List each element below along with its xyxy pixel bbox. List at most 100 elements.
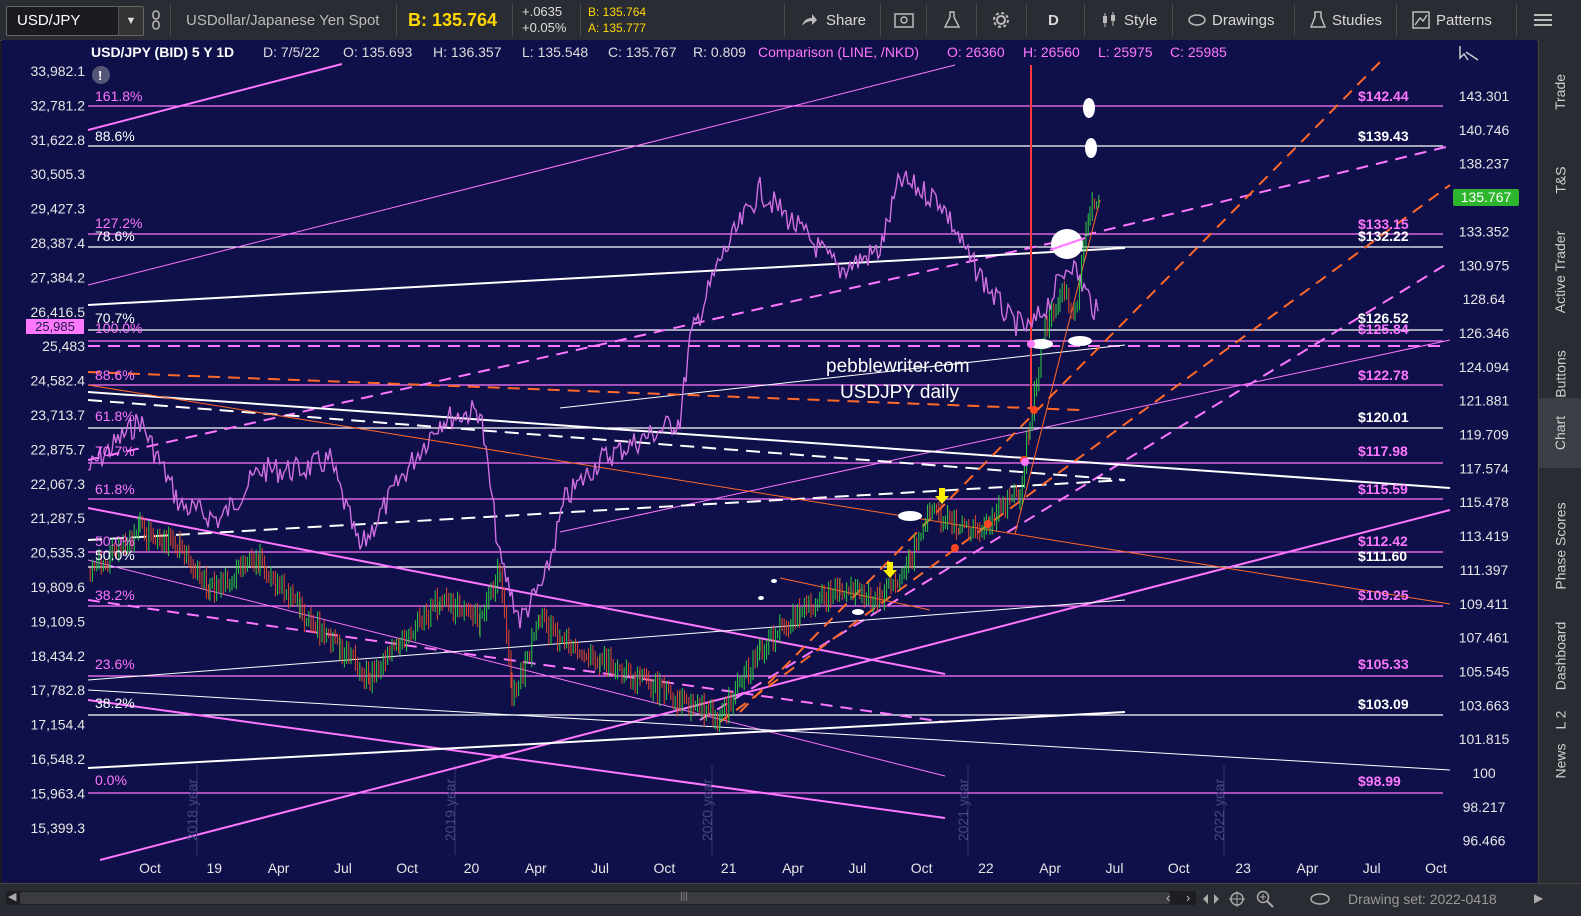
scroll-left-icon[interactable]: ◀: [8, 890, 16, 903]
fib-price-label: $115.59: [1358, 481, 1408, 497]
marker-oval: [758, 596, 764, 600]
divider: [1516, 4, 1517, 36]
candlestick-icon: [1103, 12, 1115, 27]
sidebar-tab-phase-scores[interactable]: Phase Scores: [1539, 490, 1581, 602]
trend-line: [87, 384, 1451, 605]
marker-oval: [1068, 336, 1092, 346]
settings-button[interactable]: [992, 0, 1010, 40]
left-axis-tick-label: 20,535.3: [31, 545, 86, 561]
x-axis-tick-label: Apr: [1297, 860, 1319, 876]
year-label: 2022 year: [1211, 779, 1227, 842]
left-axis-tick-label: 22,875.7: [31, 441, 86, 457]
divider: [396, 4, 397, 36]
fib-percent-label: 78.6%: [95, 228, 135, 244]
sidebar-tab-news[interactable]: News: [1539, 726, 1581, 796]
x-axis-tick-label: Oct: [1168, 860, 1190, 876]
right-axis-tick-label: 130.975: [1459, 257, 1510, 273]
horizontal-scrollbar[interactable]: ◀ |||: [6, 891, 1196, 905]
header-cmp-close: C: 25985: [1170, 44, 1227, 60]
marker-oval: [1085, 138, 1097, 158]
share-button[interactable]: Share: [800, 0, 866, 40]
left-axis-tick-label: 21,287.5: [31, 510, 86, 526]
trend-line: [87, 64, 956, 286]
net-change: +.0635: [522, 4, 563, 19]
x-axis-tick-label: Oct: [654, 860, 676, 876]
x-axis-tick-label: Apr: [782, 860, 804, 876]
bid-ask-block: B: 135.764 A: 135.777: [588, 4, 646, 36]
pan-right-icon[interactable]: ›: [1186, 890, 1190, 905]
scroll-grip-icon[interactable]: |||: [680, 891, 688, 902]
left-axis-tick-label: 23,713.7: [31, 407, 86, 423]
fib-percent-label: 0.0%: [95, 772, 127, 788]
fib-price-label: $132.22: [1358, 228, 1409, 244]
sidebar-tab-trade[interactable]: Trade: [1539, 52, 1581, 132]
sidebar-tab-dashboard[interactable]: Dashboard: [1539, 606, 1581, 706]
x-axis-tick-label: Oct: [139, 860, 161, 876]
pan-left-icon[interactable]: ‹: [1166, 890, 1170, 905]
sidebar-tab-active-trader[interactable]: Active Trader: [1539, 216, 1581, 328]
hamburger-menu-icon: [1534, 14, 1552, 26]
fib-price-label: $98.99: [1358, 773, 1401, 789]
x-axis-tick-label: Oct: [396, 860, 418, 876]
change-block: +.0635 +0.05%: [522, 4, 566, 36]
fib-price-label: $122.78: [1358, 367, 1409, 383]
left-axis-tick-label: 19,109.5: [31, 613, 86, 629]
sidebar-tab-ts[interactable]: T&S: [1539, 140, 1581, 220]
symbol-selector[interactable]: USD/JPY ▼: [6, 6, 144, 36]
fib-percent-label: 88.6%: [95, 367, 135, 383]
chevron-down-icon[interactable]: ▼: [118, 7, 143, 35]
year-label: 2020 year: [699, 779, 715, 842]
fib-price-label: $125.84: [1358, 321, 1409, 337]
chart-header: USD/JPY (BID) 5 Y 1D D: 7/5/22 O: 135.69…: [91, 44, 1227, 60]
scroll-right-icon[interactable]: ▶: [1534, 891, 1543, 905]
header-comparison: Comparison (LINE, /NKD): [758, 44, 919, 60]
left-axis-tick-label: 15,963.4: [31, 785, 86, 801]
left-axis-tick-label: 17,154.4: [31, 717, 86, 733]
drawing-ellipse-icon[interactable]: [1310, 892, 1330, 906]
menu-button[interactable]: [1534, 0, 1552, 40]
scrollbar-thumb[interactable]: [20, 892, 1170, 904]
screenshot-button[interactable]: [894, 0, 914, 40]
right-axis-tick-label: 96.466: [1463, 833, 1506, 849]
zoom-icon[interactable]: [1256, 890, 1274, 908]
trend-line: [99, 509, 1451, 861]
period-button[interactable]: D: [1048, 0, 1059, 40]
fib-price-label: $109.25: [1358, 587, 1409, 603]
bottom-bar: ◀ ||| ‹ › Drawing set: 2022-0418 ▶: [0, 883, 1581, 916]
right-axis-tick-label: 138.237: [1459, 156, 1510, 172]
marker-dot: [1027, 340, 1035, 348]
right-axis-tick-label: 121.881: [1459, 393, 1510, 409]
style-button[interactable]: Style: [1100, 0, 1157, 40]
divider: [1172, 4, 1173, 36]
chart-area[interactable]: USD/JPY (BID) 5 Y 1D D: 7/5/22 O: 135.69…: [2, 40, 1537, 883]
link-icon[interactable]: [150, 0, 162, 40]
fib-percent-label: 38.2%: [95, 695, 135, 711]
header-cmp-low: L: 25975: [1098, 44, 1153, 60]
drawings-button[interactable]: Drawings: [1188, 0, 1275, 40]
chart-canvas[interactable]: USD/JPY (BID) 5 Y 1D D: 7/5/22 O: 135.69…: [2, 40, 1537, 883]
trend-line: [87, 689, 1451, 771]
x-axis-tick-label: Jul: [334, 860, 352, 876]
x-axis-tick-label: 21: [721, 860, 737, 876]
trend-line: [87, 599, 946, 723]
x-axis-tick-label: Oct: [911, 860, 933, 876]
expand-icon[interactable]: [1202, 892, 1220, 906]
fib-price-label: $103.09: [1358, 696, 1409, 712]
x-axis-tick-label: 22: [978, 860, 994, 876]
sidebar-tab-chart[interactable]: Chart: [1539, 398, 1581, 468]
left-axis-tick-label: 30,505.3: [31, 166, 86, 182]
divider: [170, 4, 171, 36]
studies-button[interactable]: Studies: [1310, 0, 1382, 40]
flask-button[interactable]: [944, 0, 960, 40]
fib-price-label: $111.60: [1358, 548, 1407, 564]
header-date: D: 7/5/22: [263, 44, 320, 60]
drawing-set-label[interactable]: Drawing set: 2022-0418: [1348, 891, 1497, 907]
patterns-button[interactable]: Patterns: [1412, 0, 1492, 40]
year-label: 2019 year: [442, 779, 458, 842]
trend-line: [739, 61, 1381, 713]
crosshair-icon[interactable]: [1228, 890, 1246, 908]
photo-icon: [894, 13, 914, 28]
x-axis-tick-label: Oct: [1425, 860, 1447, 876]
info-icon[interactable]: !: [92, 66, 110, 84]
ask-small: A: 135.777: [588, 21, 647, 35]
